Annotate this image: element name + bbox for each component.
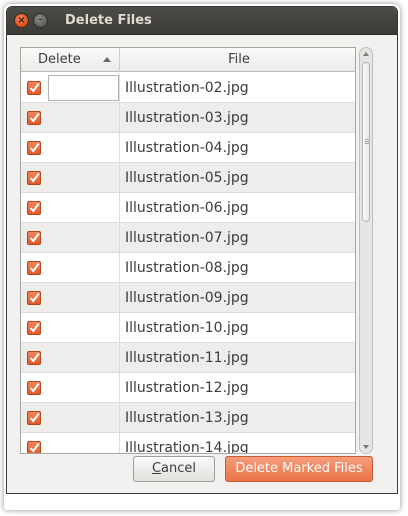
checkmark-icon xyxy=(29,412,40,423)
table-row[interactable]: Illustration-13.jpg xyxy=(21,403,355,433)
table-row[interactable]: Illustration-04.jpg xyxy=(21,133,355,163)
checkmark-icon xyxy=(29,202,40,213)
delete-marked-files-button[interactable]: Delete Marked Files xyxy=(225,456,373,482)
column-header-delete[interactable]: Delete xyxy=(21,48,120,72)
delete-cell xyxy=(21,193,120,222)
delete-checkbox[interactable] xyxy=(27,111,41,125)
table-row[interactable]: Illustration-12.jpg xyxy=(21,373,355,403)
file-name-cell: Illustration-09.jpg xyxy=(125,290,249,306)
column-header-delete-label: Delete xyxy=(38,52,81,67)
column-header-file-label: File xyxy=(228,52,250,67)
delete-checkbox[interactable] xyxy=(27,351,41,365)
delete-checkbox[interactable] xyxy=(27,321,41,335)
table-body: Illustration-02.jpg Illustration-03.jpg Il… xyxy=(21,73,355,454)
checkmark-icon xyxy=(29,442,40,453)
delete-checkbox[interactable] xyxy=(27,141,41,155)
table-row[interactable]: Illustration-11.jpg xyxy=(21,343,355,373)
delete-cell xyxy=(21,343,120,372)
cancel-mnemonic: C xyxy=(151,461,162,476)
checkmark-icon xyxy=(29,352,40,363)
file-name-cell: Illustration-12.jpg xyxy=(125,380,249,396)
minimize-icon: – xyxy=(38,15,43,25)
delete-cell xyxy=(21,223,120,252)
delete-cell xyxy=(21,313,120,342)
file-name-cell: Illustration-03.jpg xyxy=(125,110,249,126)
delete-cell xyxy=(21,283,120,312)
table-row[interactable]: Illustration-08.jpg xyxy=(21,253,355,283)
checkmark-icon xyxy=(29,172,40,183)
scroll-up-arrow-icon[interactable] xyxy=(363,52,369,56)
delete-checkbox[interactable] xyxy=(27,291,41,305)
checkmark-icon xyxy=(29,112,40,123)
delete-checkbox[interactable] xyxy=(27,381,41,395)
file-list-table: Delete File Illustration-02.jpg Illustrat… xyxy=(20,47,356,454)
vertical-scrollbar[interactable] xyxy=(359,47,373,454)
delete-cell xyxy=(21,373,120,402)
titlebar: × – Delete Files xyxy=(7,7,397,35)
checkmark-icon xyxy=(29,262,40,273)
delete-checkbox[interactable] xyxy=(27,81,41,95)
grip-icon xyxy=(365,139,369,140)
checkmark-icon xyxy=(29,382,40,393)
delete-checkbox[interactable] xyxy=(27,201,41,215)
delete-checkbox[interactable] xyxy=(27,231,41,245)
scroll-down-arrow-icon[interactable] xyxy=(363,445,369,449)
scrollbar-thumb[interactable] xyxy=(362,62,370,222)
cancel-label: ancel xyxy=(161,461,197,476)
delete-cell xyxy=(21,253,120,282)
table-row[interactable]: Illustration-10.jpg xyxy=(21,313,355,343)
file-name-cell: Illustration-02.jpg xyxy=(125,80,249,96)
window-title: Delete Files xyxy=(65,13,152,28)
delete-checkbox[interactable] xyxy=(27,411,41,425)
close-icon: × xyxy=(17,14,26,26)
file-name-cell: Illustration-14.jpg xyxy=(125,440,249,454)
file-name-cell: Illustration-08.jpg xyxy=(125,260,249,276)
delete-cell xyxy=(21,133,120,162)
table-row[interactable]: Illustration-07.jpg xyxy=(21,223,355,253)
file-name-cell: Illustration-06.jpg xyxy=(125,200,249,216)
table-row[interactable]: Illustration-02.jpg xyxy=(21,73,355,103)
delete-checkbox[interactable] xyxy=(27,441,41,453)
file-name-cell: Illustration-04.jpg xyxy=(125,140,249,156)
table-row[interactable]: Illustration-06.jpg xyxy=(21,193,355,223)
delete-files-dialog: × – Delete Files Delete File Illustratio… xyxy=(6,6,398,494)
table-row[interactable]: Illustration-14.jpg xyxy=(21,433,355,454)
checkmark-icon xyxy=(29,142,40,153)
checkmark-icon xyxy=(29,322,40,333)
file-name-cell: Illustration-05.jpg xyxy=(125,170,249,186)
sort-ascending-icon xyxy=(103,57,111,62)
delete-cell xyxy=(21,403,120,432)
file-name-cell: Illustration-07.jpg xyxy=(125,230,249,246)
cell-focus-box xyxy=(48,75,119,101)
delete-cell xyxy=(21,73,120,102)
checkmark-icon xyxy=(29,82,40,93)
delete-checkbox[interactable] xyxy=(27,171,41,185)
column-header-file[interactable]: File xyxy=(121,48,355,72)
file-name-cell: Illustration-10.jpg xyxy=(125,320,249,336)
minimize-button[interactable]: – xyxy=(33,13,48,28)
delete-checkbox[interactable] xyxy=(27,261,41,275)
delete-cell xyxy=(21,163,120,192)
delete-cell xyxy=(21,103,120,132)
table-header: Delete File xyxy=(21,48,355,72)
file-name-cell: Illustration-13.jpg xyxy=(125,410,249,426)
table-row[interactable]: Illustration-03.jpg xyxy=(21,103,355,133)
table-row[interactable]: Illustration-05.jpg xyxy=(21,163,355,193)
checkmark-icon xyxy=(29,292,40,303)
delete-cell xyxy=(21,433,120,453)
cancel-button[interactable]: Cancel xyxy=(133,456,215,482)
checkmark-icon xyxy=(29,232,40,243)
close-button[interactable]: × xyxy=(14,13,29,28)
file-name-cell: Illustration-11.jpg xyxy=(125,350,249,366)
table-row[interactable]: Illustration-09.jpg xyxy=(21,283,355,313)
